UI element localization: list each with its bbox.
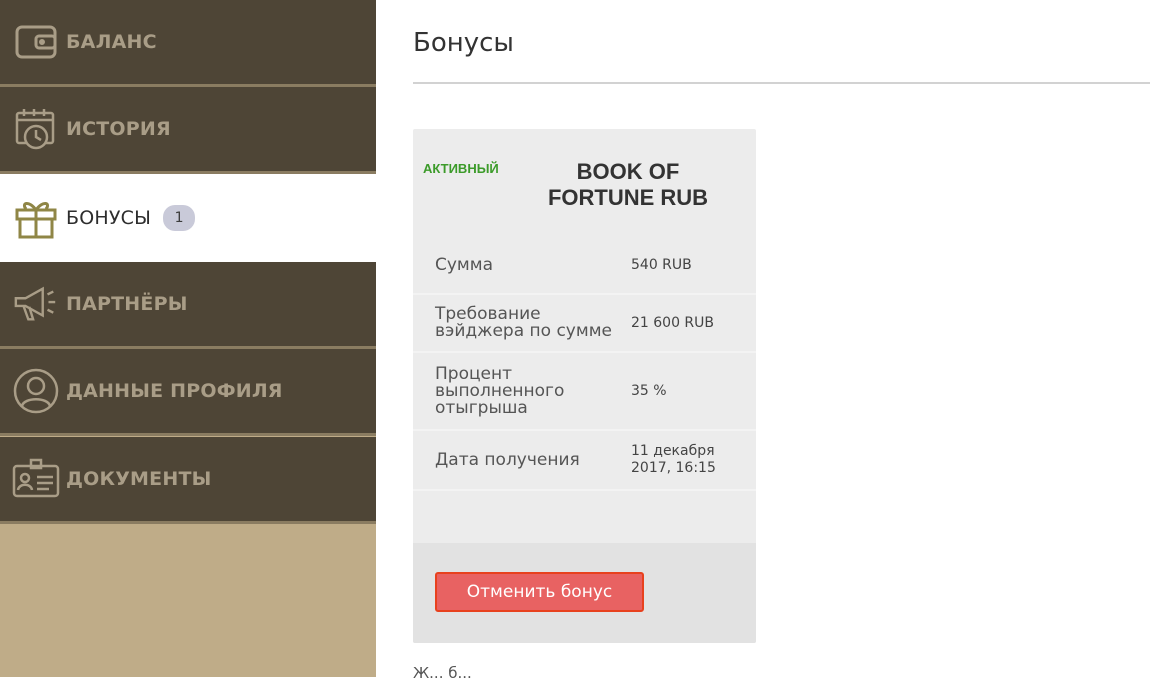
table-row: Сумма 540 RUB bbox=[413, 237, 756, 295]
row-label: Сумма bbox=[435, 254, 493, 275]
bonus-title: BOOK OF FORTUNE RUB bbox=[547, 159, 709, 210]
sidebar-item-balance[interactable]: БАЛАНС bbox=[0, 0, 376, 87]
cancel-bonus-button[interactable]: Отменить бонус bbox=[435, 572, 644, 612]
megaphone-icon bbox=[12, 280, 60, 328]
sidebar-item-documents[interactable]: ДОКУМЕНТЫ bbox=[0, 437, 376, 524]
page-title: Бонусы bbox=[413, 28, 514, 58]
bonus-card: АКТИВНЫЙ BOOK OF FORTUNE RUB Сумма 540 R… bbox=[413, 129, 756, 643]
wallet-icon bbox=[12, 18, 60, 66]
table-row: Процент выполненного отыгрыша 35 % bbox=[413, 353, 756, 431]
row-value: 21 600 RUB bbox=[631, 314, 715, 331]
sidebar: БАЛАНС ИСТОРИЯ БОНУСЫ 1 ПАРТНЁРЫ ДАННЫЕ … bbox=[0, 0, 376, 677]
row-label: Дата получения bbox=[435, 449, 580, 470]
sidebar-item-label: БАЛАНС bbox=[66, 31, 157, 53]
sidebar-item-label: ИСТОРИЯ bbox=[66, 118, 171, 140]
sidebar-item-history[interactable]: ИСТОРИЯ bbox=[0, 87, 376, 174]
divider bbox=[413, 82, 1150, 84]
row-value: 540 RUB bbox=[631, 256, 692, 273]
sidebar-item-label: ПАРТНЁРЫ bbox=[66, 293, 188, 315]
sidebar-item-label: БОНУСЫ bbox=[66, 207, 152, 229]
card-footer: Отменить бонус bbox=[413, 543, 756, 643]
row-value: 35 % bbox=[631, 382, 667, 399]
id-card-icon bbox=[12, 455, 60, 503]
sidebar-item-label: ДАННЫЕ ПРОФИЛЯ bbox=[66, 380, 283, 402]
sidebar-item-profile[interactable]: ДАННЫЕ ПРОФИЛЯ bbox=[0, 349, 376, 436]
row-label: Процент выполненного отыгрыша bbox=[435, 363, 565, 418]
table-row: Дата получения 11 декабря 2017, 16:15 bbox=[413, 431, 756, 491]
footnote-text: Ж... б... bbox=[413, 664, 472, 682]
gift-icon bbox=[12, 194, 60, 242]
table-row: Требование вэйджера по сумме 21 600 RUB bbox=[413, 295, 756, 353]
status-badge: АКТИВНЫЙ bbox=[423, 161, 499, 176]
sidebar-item-partners[interactable]: ПАРТНЁРЫ bbox=[0, 262, 376, 349]
count-badge: 1 bbox=[163, 205, 196, 231]
row-value: 11 декабря 2017, 16:15 bbox=[631, 443, 716, 476]
sidebar-item-bonuses[interactable]: БОНУСЫ 1 bbox=[0, 174, 376, 262]
row-label: Требование вэйджера по сумме bbox=[435, 304, 612, 341]
calendar-clock-icon bbox=[12, 105, 60, 153]
sidebar-item-label: ДОКУМЕНТЫ bbox=[66, 468, 212, 490]
user-circle-icon bbox=[12, 367, 60, 415]
